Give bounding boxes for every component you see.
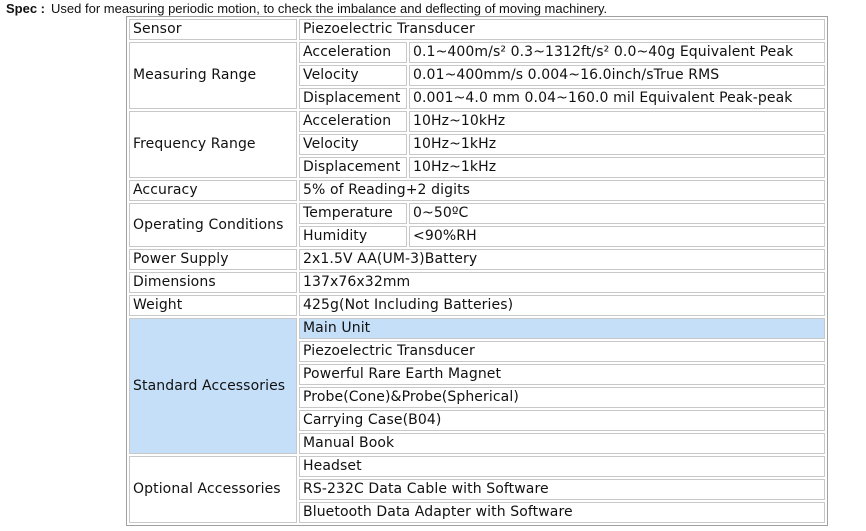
list-item: RS-232C Data Cable with Software bbox=[299, 479, 825, 500]
spec-intro: Spec : Used for measuring periodic motion… bbox=[6, 1, 607, 17]
sub-label-humidity: Humidity bbox=[299, 226, 407, 247]
list-item: Powerful Rare Earth Magnet bbox=[299, 364, 825, 385]
table-row: Weight 425g(Not Including Batteries) bbox=[129, 295, 825, 316]
table-row: Dimensions 137x76x32mm bbox=[129, 272, 825, 293]
sub-label-displacement: Displacement bbox=[299, 88, 407, 109]
table-row: Accuracy 5% of Reading+2 digits bbox=[129, 180, 825, 201]
table-row: Measuring Range Acceleration 0.1~400m/s²… bbox=[129, 42, 825, 109]
sub-value-displacement: 10Hz~1kHz bbox=[409, 157, 825, 178]
sub-label-acceleration: Acceleration bbox=[299, 111, 407, 132]
list-item: Bluetooth Data Adapter with Software bbox=[299, 502, 825, 523]
table-row: Sensor Piezoelectric Transducer bbox=[129, 19, 825, 40]
row-label-accuracy: Accuracy bbox=[129, 180, 297, 201]
list-item: Piezoelectric Transducer bbox=[299, 341, 825, 362]
table-row: Optional Accessories Headset bbox=[129, 456, 825, 523]
table-row: Frequency Range Acceleration 10Hz~10kHz bbox=[129, 111, 825, 178]
row-label-power-supply: Power Supply bbox=[129, 249, 297, 270]
row-label-frequency-range: Frequency Range bbox=[129, 111, 297, 178]
sub-label-acceleration: Acceleration bbox=[299, 42, 407, 63]
sub-label-temperature: Temperature bbox=[299, 203, 407, 224]
row-value-dimensions: 137x76x32mm bbox=[299, 272, 825, 293]
list-item: Carrying Case(B04) bbox=[299, 410, 825, 431]
row-label-measuring-range: Measuring Range bbox=[129, 42, 297, 109]
spec-label: Spec : bbox=[6, 1, 46, 16]
sub-value-humidity: <90%RH bbox=[409, 226, 825, 247]
sub-value-displacement: 0.001~4.0 mm 0.04~160.0 mil Equivalent P… bbox=[409, 88, 825, 109]
row-value-weight: 425g(Not Including Batteries) bbox=[299, 295, 825, 316]
table-row: Operating Conditions Temperature 0~50ºC bbox=[129, 203, 825, 247]
sub-value-acceleration: 0.1~400m/s² 0.3~1312ft/s² 0.0~40g Equiva… bbox=[409, 42, 825, 63]
sub-value-velocity: 0.01~400mm/s 0.004~16.0inch/sTrue RMS bbox=[409, 65, 825, 86]
row-label-dimensions: Dimensions bbox=[129, 272, 297, 293]
row-value-sensor: Piezoelectric Transducer bbox=[299, 19, 825, 40]
list-item: Headset bbox=[299, 456, 825, 477]
list-item: Probe(Cone)&Probe(Spherical) bbox=[299, 387, 825, 408]
row-value-accuracy: 5% of Reading+2 digits bbox=[299, 180, 825, 201]
row-label-operating-conditions: Operating Conditions bbox=[129, 203, 297, 247]
list-item: Manual Book bbox=[299, 433, 825, 454]
spec-description: Used for measuring periodic motion, to c… bbox=[51, 1, 608, 16]
row-value-power-supply: 2x1.5V AA(UM-3)Battery bbox=[299, 249, 825, 270]
sub-value-velocity: 10Hz~1kHz bbox=[409, 134, 825, 155]
row-label-standard-accessories: Standard Accessories bbox=[129, 318, 297, 454]
sub-label-displacement: Displacement bbox=[299, 157, 407, 178]
sub-label-velocity: Velocity bbox=[299, 65, 407, 86]
sub-value-temperature: 0~50ºC bbox=[409, 203, 825, 224]
row-label-sensor: Sensor bbox=[129, 19, 297, 40]
row-label-weight: Weight bbox=[129, 295, 297, 316]
sub-label-velocity: Velocity bbox=[299, 134, 407, 155]
list-item: Main Unit bbox=[299, 318, 825, 339]
row-label-optional-accessories: Optional Accessories bbox=[129, 456, 297, 523]
table-row: Standard Accessories Main Unit bbox=[129, 318, 825, 454]
sub-value-acceleration: 10Hz~10kHz bbox=[409, 111, 825, 132]
table-row: Power Supply 2x1.5V AA(UM-3)Battery bbox=[129, 249, 825, 270]
spec-table: Sensor Piezoelectric Transducer Measurin… bbox=[126, 16, 828, 526]
